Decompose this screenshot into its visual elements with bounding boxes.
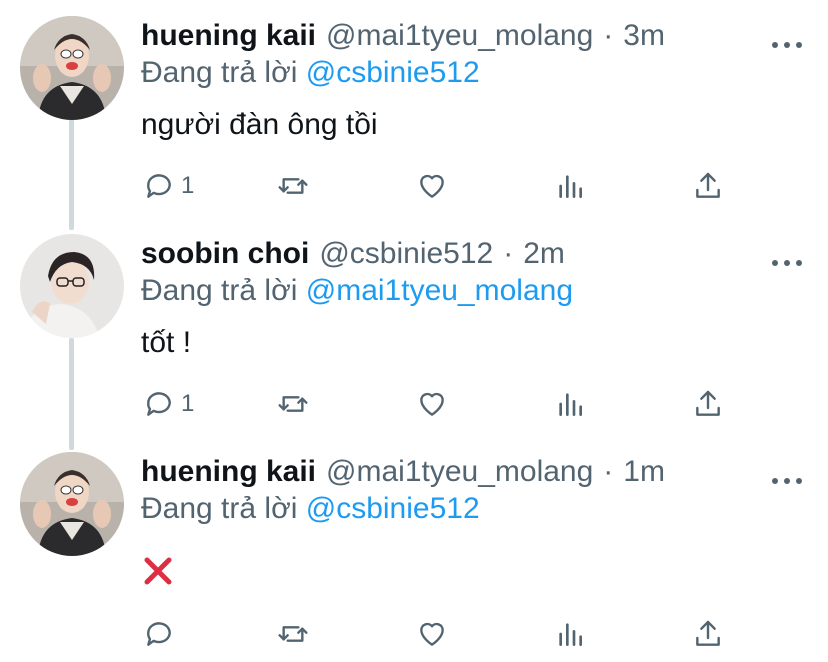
mention-link[interactable]: @mai1tyeu_molang bbox=[306, 274, 573, 307]
mention-link[interactable]: @csbinie512 bbox=[306, 492, 480, 525]
analytics-icon bbox=[559, 623, 582, 646]
analytics-icon bbox=[559, 393, 582, 416]
display-name[interactable]: huening kaii bbox=[141, 19, 316, 53]
tweet-text: tốt ! bbox=[141, 326, 192, 359]
tweet-header: huening kaii @mai1tyeu_molang · 1m bbox=[141, 452, 665, 492]
analytics-button[interactable] bbox=[554, 384, 586, 424]
tweet-header: huening kaii @mai1tyeu_molang · 3m bbox=[141, 16, 665, 56]
avatar[interactable] bbox=[20, 234, 124, 338]
more-icon[interactable] bbox=[772, 476, 802, 486]
like-icon bbox=[420, 392, 444, 416]
like-button[interactable] bbox=[416, 166, 448, 206]
display-name[interactable]: huening kaii bbox=[141, 455, 316, 489]
analytics-icon bbox=[559, 175, 582, 198]
reply-button[interactable]: 1 bbox=[143, 384, 194, 424]
replying-to: Đang trả lời @csbinie512 bbox=[141, 492, 480, 526]
separator-dot: · bbox=[503, 237, 514, 270]
reply-icon bbox=[147, 392, 171, 416]
reply-count: 1 bbox=[181, 172, 195, 199]
replying-prefix: Đang trả lời bbox=[141, 492, 298, 525]
mention-link[interactable]: @csbinie512 bbox=[306, 56, 480, 89]
avatar[interactable] bbox=[20, 16, 124, 120]
share-button[interactable] bbox=[692, 166, 724, 206]
share-icon bbox=[696, 620, 720, 646]
tweet[interactable]: soobin choi @csbinie512 · 2m Đang trả lờ… bbox=[0, 234, 828, 434]
timestamp[interactable]: 3m bbox=[623, 19, 665, 53]
retweet-button[interactable] bbox=[277, 384, 309, 424]
share-icon bbox=[696, 390, 720, 416]
reply-count: 1 bbox=[181, 390, 195, 417]
like-button[interactable] bbox=[416, 614, 448, 654]
separator-dot: · bbox=[603, 19, 614, 52]
user-handle[interactable]: @csbinie512 bbox=[319, 237, 493, 271]
like-button[interactable] bbox=[416, 384, 448, 424]
reply-icon bbox=[147, 174, 171, 198]
analytics-button[interactable] bbox=[554, 166, 586, 206]
action-bar: 1 bbox=[0, 166, 828, 206]
more-icon[interactable] bbox=[772, 258, 802, 268]
like-icon bbox=[420, 622, 444, 646]
replying-to: Đang trả lời @csbinie512 bbox=[141, 56, 480, 90]
retweet-icon bbox=[278, 396, 308, 412]
avatar[interactable] bbox=[20, 452, 124, 556]
share-button[interactable] bbox=[692, 614, 724, 654]
analytics-button[interactable] bbox=[554, 614, 586, 654]
reply-button[interactable]: 1 bbox=[143, 166, 194, 206]
retweet-button[interactable] bbox=[277, 166, 309, 206]
user-handle[interactable]: @mai1tyeu_molang bbox=[326, 455, 593, 489]
retweet-icon bbox=[278, 626, 308, 642]
replying-to: Đang trả lời @mai1tyeu_molang bbox=[141, 274, 573, 308]
replying-prefix: Đang trả lời bbox=[141, 56, 298, 89]
retweet-button[interactable] bbox=[277, 614, 309, 654]
like-icon bbox=[420, 174, 444, 198]
action-bar: 1 bbox=[0, 384, 828, 424]
timestamp[interactable]: 2m bbox=[523, 237, 565, 271]
tweet-text: người đàn ông tồi bbox=[141, 108, 378, 141]
display-name[interactable]: soobin choi bbox=[141, 237, 309, 271]
tweet[interactable]: huening kaii @mai1tyeu_molang · 1m Đang … bbox=[0, 452, 828, 662]
more-icon[interactable] bbox=[772, 40, 802, 50]
cross-mark-emoji bbox=[143, 556, 173, 586]
share-icon bbox=[696, 172, 720, 198]
action-bar bbox=[0, 614, 828, 654]
separator-dot: · bbox=[603, 455, 614, 488]
reply-icon bbox=[147, 622, 171, 646]
retweet-icon bbox=[278, 178, 308, 194]
replying-prefix: Đang trả lời bbox=[141, 274, 298, 307]
reply-button[interactable] bbox=[143, 614, 181, 654]
tweet[interactable]: huening kaii @mai1tyeu_molang · 3m Đang … bbox=[0, 16, 828, 216]
timestamp[interactable]: 1m bbox=[623, 455, 665, 489]
tweet-header: soobin choi @csbinie512 · 2m bbox=[141, 234, 565, 274]
share-button[interactable] bbox=[692, 384, 724, 424]
user-handle[interactable]: @mai1tyeu_molang bbox=[326, 19, 593, 53]
